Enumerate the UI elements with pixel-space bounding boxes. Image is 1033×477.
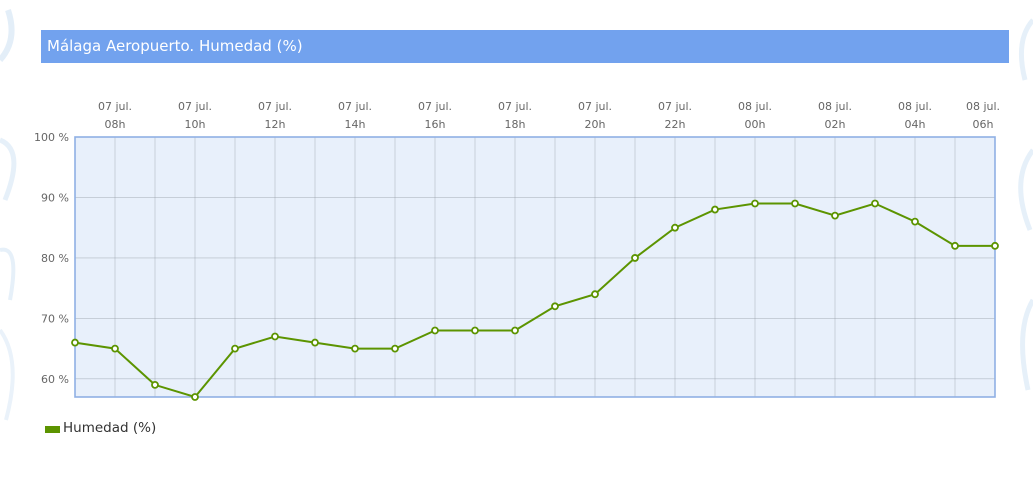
- x-tick-label-hour: 22h: [665, 118, 686, 131]
- x-tick-label-hour: 06h: [973, 118, 994, 131]
- data-point: [831, 211, 839, 220]
- legend[interactable]: Humedad (%): [45, 418, 156, 438]
- data-point: [951, 241, 959, 250]
- x-tick-label-date: 07 jul.: [338, 100, 372, 113]
- x-tick-label-hour: 12h: [265, 118, 286, 131]
- data-point: [391, 344, 399, 353]
- data-point: [711, 205, 719, 214]
- plot-area: [75, 137, 995, 397]
- x-tick-label-hour: 04h: [905, 118, 926, 131]
- data-point: [631, 254, 639, 262]
- data-point: [431, 326, 439, 335]
- x-tick-label-date: 07 jul.: [178, 100, 212, 113]
- data-point: [311, 338, 319, 347]
- data-point: [231, 344, 239, 353]
- x-tick-label-date: 07 jul.: [418, 100, 452, 113]
- x-tick-label-date: 08 jul.: [818, 100, 852, 113]
- data-point: [151, 381, 159, 389]
- x-tick-label-hour: 02h: [825, 118, 846, 131]
- humidity-line-chart: 100 % 90 % 80 % 70 % 60 % 07 jul. 08h 07 jul. 10…: [34, 100, 1000, 401]
- data-point: [591, 290, 599, 299]
- data-point: [991, 241, 999, 250]
- data-point: [111, 344, 119, 353]
- legend-label: Humedad (%): [63, 420, 157, 436]
- y-tick-label: 100 %: [34, 131, 69, 144]
- x-tick-label-date: 08 jul.: [966, 100, 1000, 113]
- x-tick-label-date: 08 jul.: [738, 100, 772, 113]
- data-point: [871, 199, 879, 208]
- data-point: [191, 393, 199, 401]
- x-tick-label-hour: 00h: [745, 118, 766, 131]
- x-tick-label-date: 07 jul.: [258, 100, 292, 113]
- x-tick-label-date: 07 jul.: [658, 100, 692, 113]
- data-point: [511, 326, 519, 335]
- data-point: [271, 332, 279, 341]
- data-point: [71, 338, 79, 347]
- data-point: [791, 199, 799, 208]
- x-tick-label-hour: 16h: [425, 118, 446, 131]
- x-tick-label-hour: 08h: [105, 118, 126, 131]
- y-tick-label: 70 %: [41, 312, 69, 325]
- x-tick-label-hour: 18h: [505, 118, 526, 131]
- y-tick-label: 90 %: [41, 191, 69, 204]
- x-tick-label-hour: 20h: [585, 118, 606, 131]
- x-tick-label-hour: 10h: [185, 118, 206, 131]
- y-tick-label: 80 %: [41, 252, 69, 265]
- legend-swatch: [45, 425, 60, 433]
- data-point: [671, 223, 679, 232]
- data-point: [351, 344, 359, 353]
- x-tick-label-date: 08 jul.: [898, 100, 932, 113]
- data-point: [471, 326, 479, 335]
- data-point: [751, 199, 759, 208]
- y-tick-label: 60 %: [41, 373, 69, 386]
- data-point: [911, 217, 919, 226]
- x-tick-label-date: 07 jul.: [578, 100, 612, 113]
- x-tick-label-date: 07 jul.: [498, 100, 532, 113]
- data-point: [551, 302, 559, 311]
- x-tick-label-hour: 14h: [345, 118, 366, 131]
- x-tick-label-date: 07 jul.: [98, 100, 132, 113]
